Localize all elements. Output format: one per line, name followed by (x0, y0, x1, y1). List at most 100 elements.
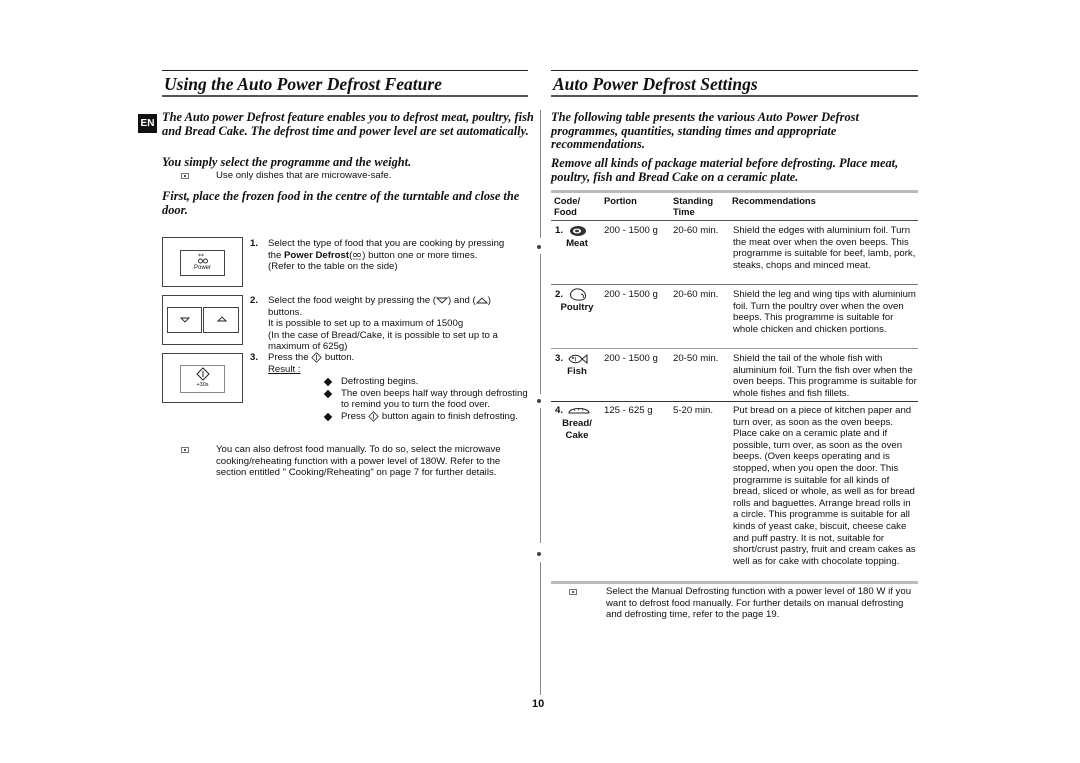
row-standing-time: 20-50 min. (673, 353, 719, 364)
start-panel: +30s (162, 353, 243, 403)
header-time: Time (673, 206, 695, 217)
bread-icon (568, 408, 590, 414)
step-1-power-defrost-label: Power Defrost (284, 249, 350, 261)
right-intro-2: Remove all kinds of package material bef… (551, 156, 899, 184)
step-2-line-1-pre: Select the food weight by pressing the ( (268, 295, 436, 306)
bullet-diamond-icon (323, 412, 333, 422)
triangle-up-icon (217, 316, 227, 322)
power-defrost-icon: ** (198, 253, 208, 264)
left-note-microwave-safe: Use only dishes that are microwave-safe. (216, 170, 392, 181)
right-title-top-rule (551, 70, 918, 71)
row-code: 4. (555, 405, 564, 416)
left-title-top-rule (162, 70, 528, 71)
start-diamond-icon (196, 367, 210, 381)
bullet-diamond-icon (323, 377, 333, 387)
left-first-place: First, place the frozen food in the cent… (162, 189, 520, 217)
row-code: 3. (555, 353, 564, 364)
start-diamond-icon (368, 411, 379, 422)
header-code-food: Code/Food (554, 195, 580, 217)
header-food: Food (554, 206, 577, 217)
note-icon (569, 589, 577, 595)
column-divider-1 (540, 110, 541, 238)
step-1-line-1: Select the type of food that you are coo… (268, 238, 505, 249)
weight-panel (162, 295, 243, 345)
result-bullet-2-text: The oven beeps half way through defrosti… (341, 387, 528, 411)
step-3-result-bullets: Defrosting begins. The oven beeps half w… (323, 376, 534, 422)
step-3-line-1-pre: Press the (268, 352, 309, 364)
row-divider (551, 401, 918, 402)
header-standing: Standing (673, 195, 714, 206)
header-portion: Portion (604, 195, 637, 206)
row-portion: 125 - 625 g (604, 405, 653, 416)
power-defrost-panel: ** Power (162, 237, 243, 287)
weight-down-button[interactable] (167, 307, 202, 333)
right-section-title: Auto Power Defrost Settings (553, 74, 758, 94)
power-defrost-button[interactable]: ** Power (180, 250, 225, 276)
step-2-line-1-post: ) (487, 295, 491, 306)
result-bullet-1: Defrosting begins. (323, 376, 534, 388)
meat-icon (570, 226, 586, 236)
row-food-line-2: Cake (565, 429, 589, 441)
step-1-number: 1. (250, 238, 259, 249)
row-food-line-1: Bread/ (562, 418, 592, 429)
row-code: 2. (555, 289, 564, 300)
result-bullet-2: The oven beeps half way through defrosti… (323, 387, 534, 411)
svg-text:Power: Power (353, 257, 362, 260)
step-2-line-4: (In the case of Bread/Cake, it is possib… (268, 329, 498, 341)
poultry-icon (570, 288, 587, 301)
row-food: Poultry (560, 302, 594, 313)
divider-dot (537, 399, 541, 403)
step-3-result-label: Result : (268, 363, 301, 375)
row-food: Meat (566, 238, 588, 249)
step-1-line-3: (Refer to the table on the side) (268, 261, 398, 273)
result-bullet-3-pre: Press (341, 410, 366, 422)
step-1-text: Select the type of food that you are coo… (268, 238, 533, 273)
step-3-line-1-post: button. (324, 352, 355, 364)
note-icon (181, 447, 189, 453)
row-standing-time: 20-60 min. (673, 289, 719, 300)
row-divider (551, 284, 918, 285)
step-3-text: Press the button. Result : (268, 352, 533, 375)
start-button[interactable]: +30s (180, 365, 225, 393)
step-1-line-2: the Power Defrost(Power) button one or m… (268, 249, 478, 261)
step-2-line-1-mid: ) and ( (448, 295, 476, 306)
row-recommendation: Shield the tail of the whole fish with a… (733, 353, 917, 399)
step-3-number: 3. (250, 352, 259, 363)
language-badge: EN (138, 114, 157, 133)
row-standing-time: 5-20 min. (673, 405, 713, 416)
start-diamond-icon (311, 352, 322, 363)
header-standing-time: Standing Time (673, 195, 713, 217)
row-code: 1. (555, 225, 564, 236)
row-recommendation: Put bread on a piece of kitchen paper an… (733, 405, 916, 567)
column-divider-2 (540, 254, 541, 394)
power-button-label: Power (193, 265, 211, 271)
row-portion: 200 - 1500 g (604, 225, 658, 236)
right-intro: The following table presents the various… (551, 110, 859, 152)
row-divider (551, 348, 918, 349)
start-button-label: +30s (196, 382, 209, 388)
weight-up-button[interactable] (203, 307, 239, 333)
bullet-diamond-icon (323, 389, 333, 398)
row-portion: 200 - 1500 g (604, 289, 658, 300)
fish-icon (568, 353, 588, 365)
divider-dot (537, 245, 541, 249)
result-bullet-1-text: Defrosting begins. (341, 376, 419, 387)
triangle-down-icon (436, 297, 448, 304)
header-rule (551, 220, 918, 221)
step-2-line-2: buttons. (268, 306, 303, 318)
triangle-up-icon (475, 297, 488, 304)
power-defrost-icon: Power (353, 252, 362, 260)
row-portion: 200 - 1500 g (604, 353, 658, 364)
triangle-down-icon (180, 317, 190, 323)
table-bottom-rule (551, 581, 918, 584)
table-top-rule (551, 190, 918, 193)
row-standing-time: 20-60 min. (673, 225, 719, 236)
left-section-title: Using the Auto Power Defrost Feature (164, 74, 442, 94)
row-recommendation: Shield the edges with aluminium foil. Tu… (733, 225, 916, 271)
header-code: Code/ (554, 195, 581, 206)
step-2-number: 2. (250, 295, 259, 306)
header-recommendations: Recommendations (732, 195, 816, 206)
note-icon (181, 173, 189, 179)
left-note-manual-defrost: You can also defrost food manually. To d… (216, 444, 501, 479)
step-3-line-1: Press the button. (268, 352, 533, 364)
